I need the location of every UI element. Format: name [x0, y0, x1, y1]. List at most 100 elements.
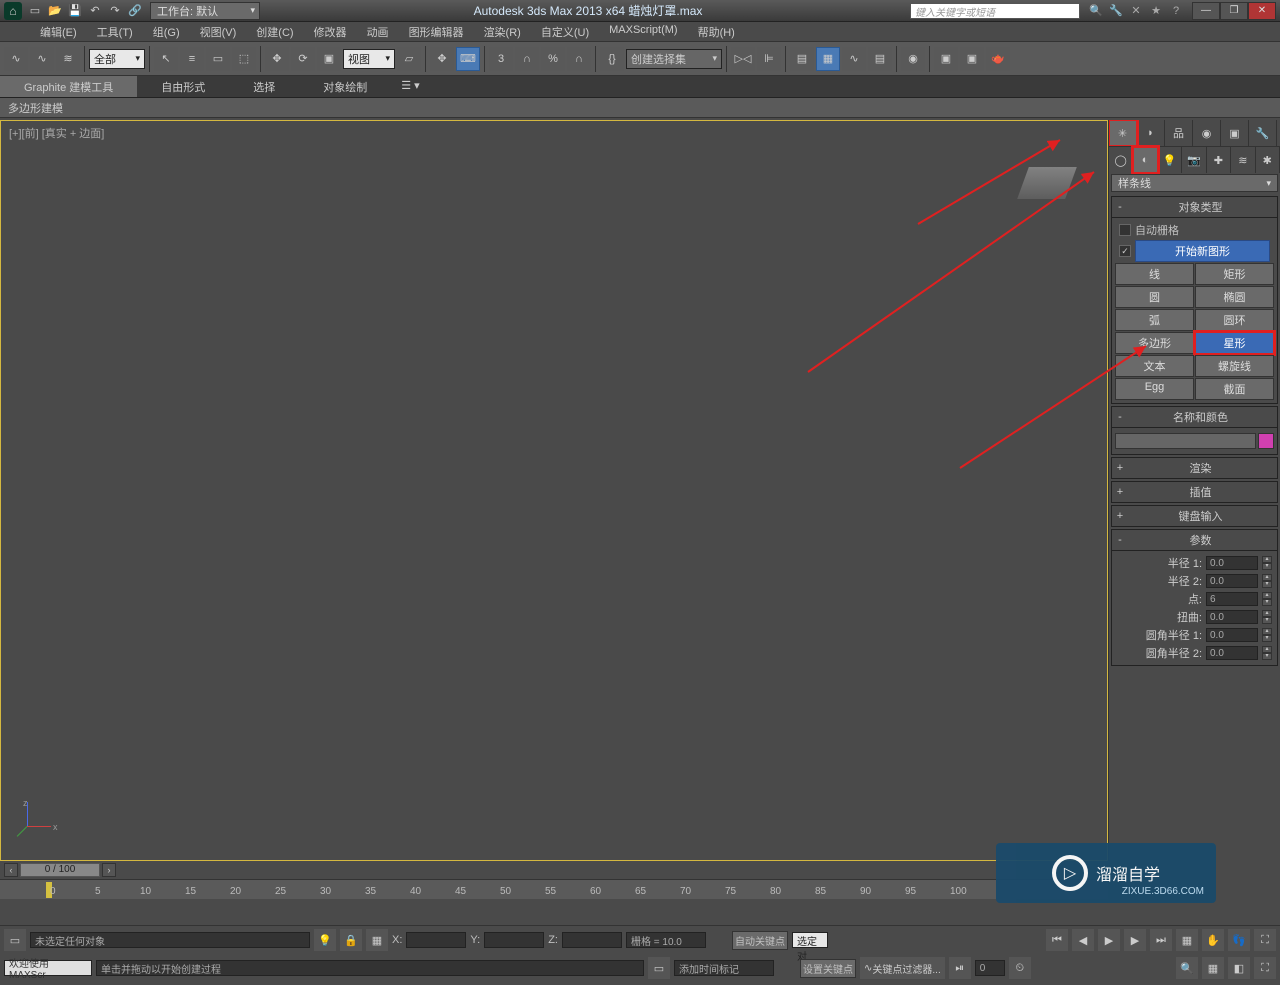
mirror-icon[interactable]: ▷◁ — [731, 47, 755, 71]
manip-icon[interactable]: ✥ — [430, 47, 454, 71]
radius1-spinner[interactable]: ▴▾ — [1262, 556, 1272, 570]
autogrid-checkbox[interactable] — [1119, 224, 1131, 236]
link-tool-icon[interactable]: ∿ — [4, 47, 28, 71]
schematic-view-icon[interactable]: ▤ — [868, 47, 892, 71]
cameras-cat-icon[interactable]: 📷 — [1182, 147, 1206, 173]
hierarchy-tab-icon[interactable]: 品 — [1165, 120, 1193, 146]
menu-group[interactable]: 组(G) — [143, 22, 190, 41]
points-input[interactable]: 6 — [1206, 592, 1258, 606]
utilities-tab-icon[interactable]: 🔧 — [1249, 120, 1277, 146]
rollout-name-color[interactable]: -名称和颜色 — [1111, 406, 1278, 428]
selection-lock-icon[interactable]: 💡 — [314, 929, 336, 951]
exchange-icon[interactable]: ✕ — [1128, 3, 1144, 19]
app-icon[interactable]: ⌂ — [4, 2, 22, 20]
render-setup-icon[interactable]: ▣ — [934, 47, 958, 71]
frame-number-input[interactable]: 0 — [975, 960, 1005, 976]
autogrid-row[interactable]: 自动栅格 — [1115, 221, 1274, 239]
object-color-swatch[interactable] — [1258, 433, 1274, 449]
menu-edit[interactable]: 编辑(E) — [30, 22, 87, 41]
menu-customize[interactable]: 自定义(U) — [531, 22, 599, 41]
lights-cat-icon[interactable]: 💡 — [1158, 147, 1182, 173]
undo-icon[interactable]: ↶ — [86, 3, 104, 19]
scale-tool-icon[interactable]: ▣ — [317, 47, 341, 71]
layer-mgr-icon[interactable]: ▤ — [790, 47, 814, 71]
create-tab-icon[interactable]: ✳ — [1109, 120, 1137, 146]
unlink-tool-icon[interactable]: ∿ — [30, 47, 54, 71]
mat-editor-icon[interactable]: ◉ — [901, 47, 925, 71]
named-selset-dropdown[interactable]: 创建选择集 — [626, 49, 722, 69]
fillet1-spinner[interactable]: ▴▾ — [1262, 628, 1272, 642]
keyboard-shortcut-override-icon[interactable]: ⌨ — [456, 47, 480, 71]
new-icon[interactable]: ▭ — [26, 3, 44, 19]
maxscript-mini-icon[interactable]: ▭ — [4, 929, 26, 951]
systems-cat-icon[interactable]: ✱ — [1256, 147, 1280, 173]
rollout-interpolation[interactable]: +插值 — [1111, 481, 1278, 503]
section-button[interactable]: 截面 — [1195, 378, 1274, 400]
fillet2-spinner[interactable]: ▴▾ — [1262, 646, 1272, 660]
subscription-icon[interactable]: 🔧 — [1108, 3, 1124, 19]
pan-icon[interactable]: ✋ — [1202, 929, 1224, 951]
distortion-spinner[interactable]: ▴▾ — [1262, 610, 1272, 624]
minimize-button[interactable]: — — [1192, 2, 1220, 20]
lock-icon[interactable]: 🔒 — [340, 929, 362, 951]
time-ruler[interactable]: 0510152025303540455055606570758085909510… — [0, 879, 1108, 899]
open-icon[interactable]: 📂 — [46, 3, 64, 19]
key-filters-button[interactable]: ∿ 关键点过滤器... — [860, 957, 945, 979]
ngon-button[interactable]: 多边形 — [1115, 332, 1194, 354]
ribbon-tab-selection[interactable]: 选择 — [229, 76, 299, 97]
refcoord-dropdown[interactable]: 视图 — [343, 49, 395, 69]
pivot-center-icon[interactable]: ▱ — [397, 47, 421, 71]
percent-snap-icon[interactable]: % — [541, 47, 565, 71]
time-slider-handle[interactable]: 0 / 100 — [20, 863, 100, 877]
graphite-toggle-icon[interactable]: ▦ — [816, 47, 840, 71]
max-viewport-icon[interactable]: ⛶ — [1254, 957, 1276, 979]
ribbon-tab-freeform[interactable]: 自由形式 — [137, 76, 229, 97]
render-prod-icon[interactable]: 🫖 — [986, 47, 1010, 71]
time-config-icon[interactable]: ⏲ — [1009, 957, 1031, 979]
select-rect-icon[interactable]: ▭ — [206, 47, 230, 71]
line-button[interactable]: 线 — [1115, 263, 1194, 285]
object-name-input[interactable] — [1115, 433, 1256, 449]
time-tag-input[interactable]: 添加时间标记 — [674, 960, 774, 976]
set-key-button[interactable]: 设置关键点 — [800, 959, 856, 978]
menu-tools[interactable]: 工具(T) — [87, 22, 143, 41]
start-new-shape-button[interactable]: 开始新图形 — [1135, 240, 1270, 262]
text-button[interactable]: 文本 — [1115, 355, 1194, 377]
link-icon[interactable]: 🔗 — [126, 3, 144, 19]
move-tool-icon[interactable]: ✥ — [265, 47, 289, 71]
viewport-label[interactable]: [+][前] [真实 + 边面] — [9, 125, 104, 141]
favorites-icon[interactable]: ★ — [1148, 3, 1164, 19]
close-button[interactable]: ✕ — [1248, 2, 1276, 20]
scene-object[interactable] — [1017, 167, 1077, 199]
select-name-icon[interactable]: ≡ — [180, 47, 204, 71]
menu-rendering[interactable]: 渲染(R) — [474, 22, 531, 41]
circle-button[interactable]: 圆 — [1115, 286, 1194, 308]
rollout-render[interactable]: +渲染 — [1111, 457, 1278, 479]
select-object-icon[interactable]: ↖ — [154, 47, 178, 71]
y-coord-input[interactable] — [484, 932, 544, 948]
motion-tab-icon[interactable]: ◉ — [1193, 120, 1221, 146]
menu-animation[interactable]: 动画 — [357, 22, 399, 41]
time-slider-next-icon[interactable]: › — [102, 863, 116, 877]
redo-icon[interactable]: ↷ — [106, 3, 124, 19]
key-mode-icon[interactable]: ⏯ — [949, 957, 971, 979]
arc-button[interactable]: 弧 — [1115, 309, 1194, 331]
workspace-dropdown[interactable]: 工作台: 默认 — [150, 2, 260, 20]
edit-named-selset-icon[interactable]: {} — [600, 47, 624, 71]
rectangle-button[interactable]: 矩形 — [1195, 263, 1274, 285]
startnew-checkbox[interactable] — [1119, 245, 1131, 257]
abs-rel-icon[interactable]: ▦ — [366, 929, 388, 951]
donut-button[interactable]: 圆环 — [1195, 309, 1274, 331]
zoom-all-icon[interactable]: ▦ — [1202, 957, 1224, 979]
ribbon-expand-icon[interactable]: ☰ ▾ — [395, 76, 425, 97]
radius2-spinner[interactable]: ▴▾ — [1262, 574, 1272, 588]
bind-spacewarp-icon[interactable]: ≋ — [56, 47, 80, 71]
ribbon-tab-graphite[interactable]: Graphite 建模工具 — [0, 76, 137, 97]
radius2-input[interactable]: 0.0 — [1206, 574, 1258, 588]
script-listener-icon[interactable]: ▭ — [648, 957, 670, 979]
curve-editor-icon[interactable]: ∿ — [842, 47, 866, 71]
rollout-keyboard-entry[interactable]: +键盘输入 — [1111, 505, 1278, 527]
fov-icon[interactable]: ◧ — [1228, 957, 1250, 979]
menu-maxscript[interactable]: MAXScript(M) — [599, 22, 687, 41]
viewport[interactable]: [+][前] [真实 + 边面] z x — [0, 120, 1108, 861]
